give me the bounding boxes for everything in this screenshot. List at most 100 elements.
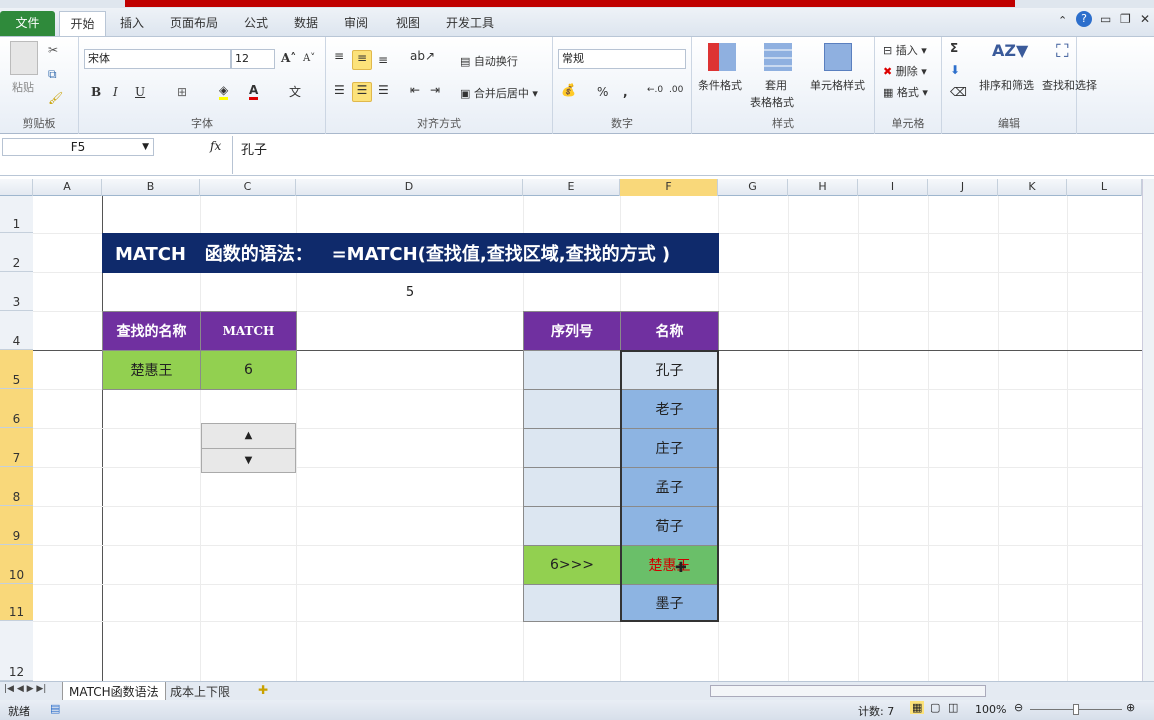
row-header-10[interactable]: 10 [0,545,33,584]
zoom-level[interactable]: 100% [975,703,1006,716]
row-header-4[interactable]: 4 [0,311,33,350]
orientation-icon[interactable]: ab↗ [410,49,435,63]
sort-filter-button[interactable]: 排序和筛选 [979,77,1034,93]
cell-styles-icon[interactable] [824,43,852,71]
spin-down-icon[interactable]: ▼ [202,449,295,473]
align-bottom-icon[interactable]: ≡ [378,53,388,67]
title-banner[interactable]: MATCH 函数的语法： =MATCH(查找值,查找区域,查找的方式 ) [102,233,719,273]
tab-formulas[interactable]: 公式 [236,11,276,36]
sheet-tab-match[interactable]: MATCH函数语法 [62,682,166,702]
tab-review[interactable]: 审阅 [336,11,376,36]
insert-cells-button[interactable]: ⊟ 插入 ▾ [883,42,927,58]
underline-icon[interactable]: U [135,85,145,99]
lookup-name-header[interactable]: 查找的名称 [102,311,201,351]
paste-icon[interactable] [10,41,38,75]
name-header[interactable]: 名称 [620,311,719,351]
fill-color-icon[interactable]: ◈ [219,83,229,100]
percent-icon[interactable]: % [597,85,608,99]
row-header-8[interactable]: 8 [0,467,33,506]
column-header-k[interactable]: K [998,179,1067,196]
sort-filter-icon[interactable]: AZ▼ [992,41,1028,60]
italic-icon[interactable]: I [113,85,118,99]
phonetic-icon[interactable]: 文 [289,83,301,100]
spin-button[interactable]: ▲ ▼ [201,423,296,473]
sheet-nav-buttons[interactable]: |◀ ◀ ▶ ▶| [4,684,46,694]
format-table-label-2[interactable]: 表格格式 [750,94,794,110]
sequence-cell[interactable] [523,350,621,390]
clear-icon[interactable]: ⌫ [950,85,967,99]
row-header-9[interactable]: 9 [0,506,33,545]
normal-view-icon[interactable]: ▦ [910,701,925,714]
vertical-scrollbar[interactable] [1142,179,1154,681]
font-size-select[interactable]: 12 [231,49,275,69]
autosum-icon[interactable]: Σ [950,41,958,55]
zoom-in-icon[interactable]: ⊕ [1126,701,1135,714]
align-left-icon[interactable]: ☰ [334,83,345,97]
tab-data[interactable]: 数据 [286,11,326,36]
font-color-icon[interactable]: A [249,83,259,100]
page-break-view-icon[interactable]: ◫ [948,701,958,714]
column-header-d[interactable]: D [296,179,523,196]
sequence-cell[interactable]: 6>>> [523,545,621,585]
sequence-cell[interactable] [523,506,621,546]
zoom-out-icon[interactable]: ⊖ [1014,701,1023,714]
shrink-font-icon[interactable]: A˅ [303,53,315,64]
lookup-value-cell[interactable]: 楚惠王 [102,350,201,390]
match-header[interactable]: MATCH [200,311,297,351]
worksheet-grid[interactable]: 1 2 3 4 5 6 7 8 9 10 11 12 MATCH 函数的语法： =MATCH(查找值,查… [0,196,1142,681]
column-header-e[interactable]: E [523,179,620,196]
conditional-format-icon[interactable] [708,43,736,71]
tab-insert[interactable]: 插入 [112,11,152,36]
column-header-b[interactable]: B [102,179,200,196]
column-header-l[interactable]: L [1067,179,1142,196]
column-header-g[interactable]: G [718,179,788,196]
page-layout-view-icon[interactable]: ▢ [930,701,940,714]
find-select-icon[interactable]: ⛶ [1056,41,1069,62]
column-header-c[interactable]: C [200,179,296,196]
decrease-decimal-icon[interactable]: .00 [669,85,683,95]
conditional-format-button[interactable]: 条件格式 [698,77,742,93]
row-header-3[interactable]: 3 [0,272,33,311]
sequence-header[interactable]: 序列号 [523,311,621,351]
align-middle-icon[interactable]: ≡ [352,50,372,70]
sequence-cell[interactable] [523,584,621,622]
sequence-cell[interactable] [523,389,621,429]
number-format-select[interactable]: 常规 [558,49,686,69]
cell-d3[interactable]: 5 [296,272,524,312]
column-header-j[interactable]: J [928,179,998,196]
sequence-cell[interactable] [523,467,621,507]
row-header-6[interactable]: 6 [0,389,33,428]
font-name-select[interactable]: 宋体 [84,49,231,69]
column-header-a[interactable]: A [33,179,102,196]
minimize-icon[interactable]: ▭ [1100,12,1111,26]
format-table-icon[interactable] [764,43,792,71]
align-right-icon[interactable]: ☰ [378,83,389,97]
row-header-2[interactable]: 2 [0,233,33,272]
fx-icon[interactable]: fx [210,139,221,153]
bold-icon[interactable]: B [91,85,101,99]
delete-cells-button[interactable]: ✖ 删除 ▾ [883,63,927,79]
sequence-cell[interactable] [523,428,621,468]
cell-styles-button[interactable]: 单元格样式 [810,77,865,93]
horizontal-scrollbar[interactable] [710,685,986,697]
restore-icon[interactable]: ❐ [1120,12,1131,26]
row-header-7[interactable]: 7 [0,428,33,467]
close-icon[interactable]: ✕ [1140,12,1150,26]
zoom-slider-thumb[interactable] [1073,704,1079,715]
wrap-text-button[interactable]: ▤ 自动换行 [460,53,518,69]
tab-developer[interactable]: 开发工具 [438,11,502,36]
grow-font-icon[interactable]: A˄ [281,51,296,65]
fill-icon[interactable]: ⬇ [950,63,960,77]
align-top-icon[interactable]: ≡ [334,49,344,63]
increase-decimal-icon[interactable]: ←.0 [647,85,663,95]
match-result-cell[interactable]: 6 [200,350,297,390]
format-cells-button[interactable]: ▦ 格式 ▾ [883,84,928,100]
paste-label[interactable]: 粘贴 [12,79,34,95]
currency-icon[interactable]: 💰 [561,83,576,97]
insert-sheet-icon[interactable]: ✚ [258,683,268,697]
find-select-button[interactable]: 查找和选择 [1042,77,1097,93]
format-table-label-1[interactable]: 套用 [765,77,787,93]
align-center-icon[interactable]: ☰ [352,82,372,102]
row-header-5[interactable]: 5 [0,350,33,389]
copy-icon[interactable]: ⧉ [48,67,57,82]
